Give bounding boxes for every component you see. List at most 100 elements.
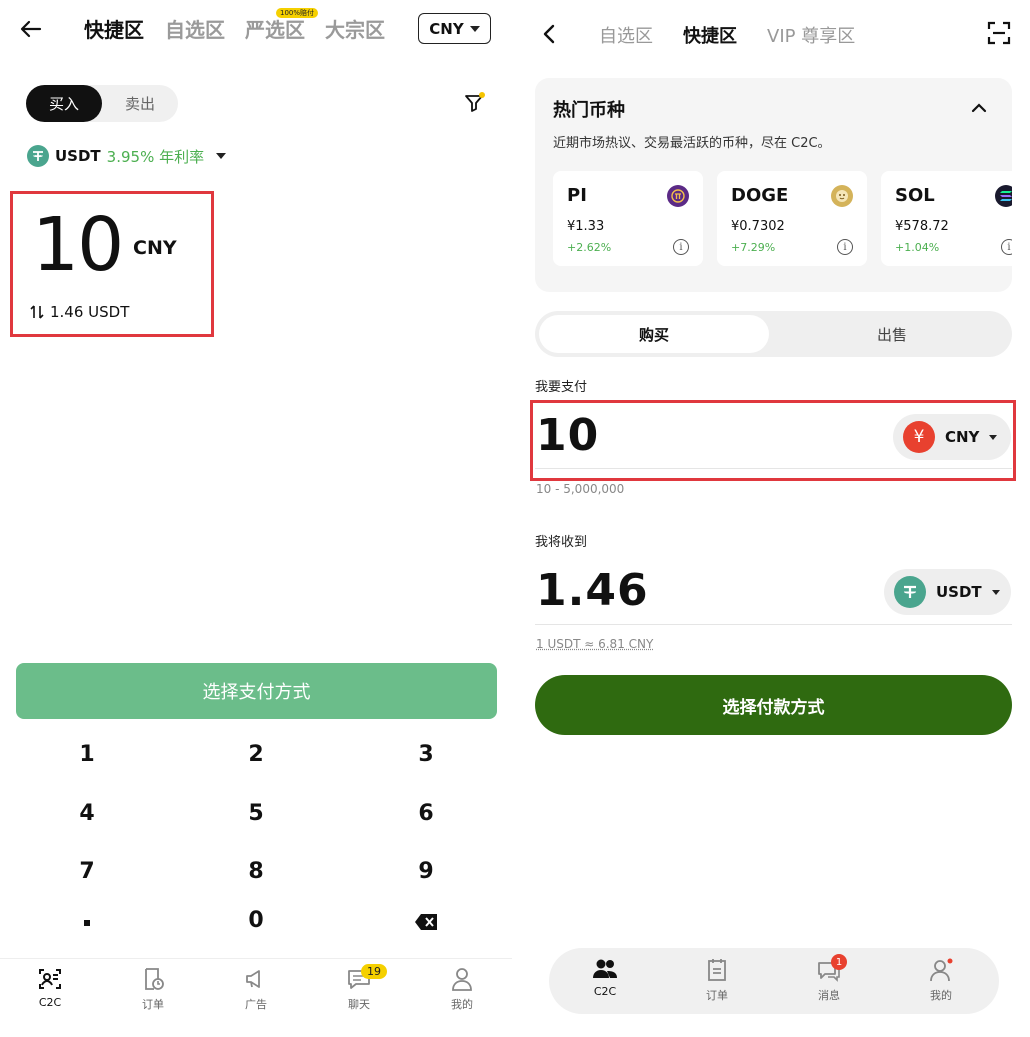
key-decimal[interactable] <box>84 920 90 926</box>
nav-label: C2C <box>593 985 617 998</box>
pay-currency-label: CNY <box>945 428 980 446</box>
clipboard-icon <box>706 958 728 982</box>
pay-range: 10 - 5,000,000 <box>536 482 625 496</box>
left-screen: 快捷区 自选区 严选区 100%赔付 大宗区 CNY 买入 卖出 USDT 3.… <box>0 0 512 1037</box>
hot-coins-card: 热门币种 近期市场热议、交易最活跃的币种，尽在 C2C。 PI ¥1.33 +2… <box>535 78 1012 292</box>
user-icon <box>450 967 474 991</box>
key-8[interactable]: 8 <box>226 859 286 884</box>
pi-logo-icon <box>667 185 689 207</box>
select-payment-button[interactable]: 选择支付方式 <box>16 663 497 719</box>
currency-select-label: CNY <box>429 19 464 38</box>
message-badge: 1 <box>831 954 847 970</box>
chat-badge: 19 <box>361 964 387 979</box>
info-icon[interactable]: i <box>837 239 853 255</box>
buy-toggle[interactable]: 购买 <box>539 315 769 353</box>
coin-name: SOL <box>895 185 935 206</box>
nav-label: 订单 <box>706 989 728 1002</box>
key-9[interactable]: 9 <box>396 859 456 884</box>
swap-icon <box>30 304 44 320</box>
nav-c2c[interactable]: C2C <box>20 967 80 1009</box>
sell-toggle[interactable]: 卖出 <box>102 85 178 122</box>
nav-ads[interactable]: 广告 <box>226 967 286 1012</box>
megaphone-icon <box>244 967 268 991</box>
coin-price: ¥1.33 <box>567 219 605 234</box>
tab-bulk[interactable]: 大宗区 <box>325 14 385 43</box>
converted-amount[interactable]: 1.46 USDT <box>30 303 129 321</box>
nav-label: 聊天 <box>348 998 370 1011</box>
tab-vip[interactable]: VIP 尊享区 <box>767 22 855 48</box>
coin-card-pi[interactable]: PI ¥1.33 +2.62% i <box>553 171 703 266</box>
coin-price: ¥578.72 <box>895 219 949 234</box>
nav-profile[interactable]: 我的 <box>911 958 971 1003</box>
key-0[interactable]: 0 <box>226 908 286 933</box>
right-screen: 自选区 快捷区 VIP 尊享区 热门币种 近期市场热议、交易最活跃的币种，尽在 … <box>518 0 1030 1037</box>
coin-name: DOGE <box>731 185 789 206</box>
pay-currency-select[interactable]: ¥ CNY <box>893 414 1011 460</box>
coin-rate: 3.95% 年利率 <box>106 147 205 166</box>
key-5[interactable]: 5 <box>226 801 286 826</box>
receive-currency-label: USDT <box>936 583 982 601</box>
tether-icon <box>894 576 926 608</box>
backspace-icon[interactable] <box>414 913 438 931</box>
order-icon <box>141 967 165 991</box>
back-arrow-icon[interactable] <box>20 18 42 40</box>
nav-label: C2C <box>38 996 62 1009</box>
key-6[interactable]: 6 <box>396 801 456 826</box>
coin-card-sol[interactable]: SOL ¥578.72 +1.04% i <box>881 171 1012 266</box>
receive-label: 我将收到 <box>535 535 588 550</box>
coin-price: ¥0.7302 <box>731 219 785 234</box>
chevron-up-icon[interactable] <box>971 102 987 114</box>
key-4[interactable]: 4 <box>57 801 117 826</box>
coin-change: +7.29% <box>731 241 776 254</box>
pay-amount-input[interactable]: 10 <box>536 410 599 461</box>
key-2[interactable]: 2 <box>226 742 286 767</box>
hot-coins-subtitle: 近期市场热议、交易最活跃的币种，尽在 C2C。 <box>553 136 831 151</box>
nav-orders[interactable]: 订单 <box>123 967 183 1012</box>
info-icon[interactable]: i <box>673 239 689 255</box>
coin-selector[interactable]: USDT 3.95% 年利率 <box>27 145 227 167</box>
tab-favorites[interactable]: 自选区 <box>599 22 653 48</box>
users-icon <box>592 958 618 980</box>
receive-currency-select[interactable]: USDT <box>884 569 1011 615</box>
key-7[interactable]: 7 <box>57 859 117 884</box>
info-icon[interactable]: i <box>1001 239 1012 255</box>
buy-sell-toggle: 购买 出售 <box>535 311 1012 357</box>
nav-label: 消息 <box>818 989 840 1002</box>
coin-card-doge[interactable]: DOGE ¥0.7302 +7.29% i <box>717 171 867 266</box>
coin-change: +1.04% <box>895 241 940 254</box>
amount-currency: CNY <box>133 237 177 259</box>
tab-quick[interactable]: 快捷区 <box>683 22 737 48</box>
back-chevron-icon[interactable] <box>542 24 556 44</box>
sell-toggle[interactable]: 出售 <box>775 315 1009 353</box>
nav-label: 我的 <box>930 989 952 1002</box>
nav-orders[interactable]: 订单 <box>687 958 747 1003</box>
hot-coins-title: 热门币种 <box>553 100 625 121</box>
select-payment-button[interactable]: 选择付款方式 <box>535 675 1012 735</box>
nav-label: 订单 <box>142 998 164 1011</box>
tab-selected[interactable]: 严选区 <box>245 14 305 43</box>
scan-icon[interactable] <box>987 21 1011 45</box>
buy-toggle[interactable]: 买入 <box>26 85 102 122</box>
nav-c2c[interactable]: C2C <box>575 958 635 998</box>
key-3[interactable]: 3 <box>396 742 456 767</box>
coin-name: USDT <box>55 147 101 165</box>
pay-label: 我要支付 <box>535 380 588 395</box>
nav-messages[interactable]: 消息 <box>799 958 859 1003</box>
tab-favorites[interactable]: 自选区 <box>165 14 225 43</box>
nav-profile[interactable]: 我的 <box>432 967 492 1012</box>
converted-amount-text: 1.46 USDT <box>50 303 130 321</box>
sol-logo-icon <box>995 185 1012 207</box>
divider <box>535 468 1012 469</box>
filter-icon[interactable] <box>464 92 486 114</box>
coin-change: +2.62% <box>567 241 612 254</box>
tab-quick[interactable]: 快捷区 <box>84 14 144 43</box>
exchange-rate[interactable]: 1 USDT ≈ 6.81 CNY <box>536 637 653 651</box>
user-icon <box>929 958 953 982</box>
yen-icon: ¥ <box>903 421 935 453</box>
key-1[interactable]: 1 <box>57 742 117 767</box>
receive-amount: 1.46 <box>536 565 649 616</box>
tether-icon <box>27 145 49 167</box>
currency-select[interactable]: CNY <box>418 13 491 44</box>
nav-label: 我的 <box>451 998 473 1011</box>
caret-down-icon <box>991 589 1000 595</box>
